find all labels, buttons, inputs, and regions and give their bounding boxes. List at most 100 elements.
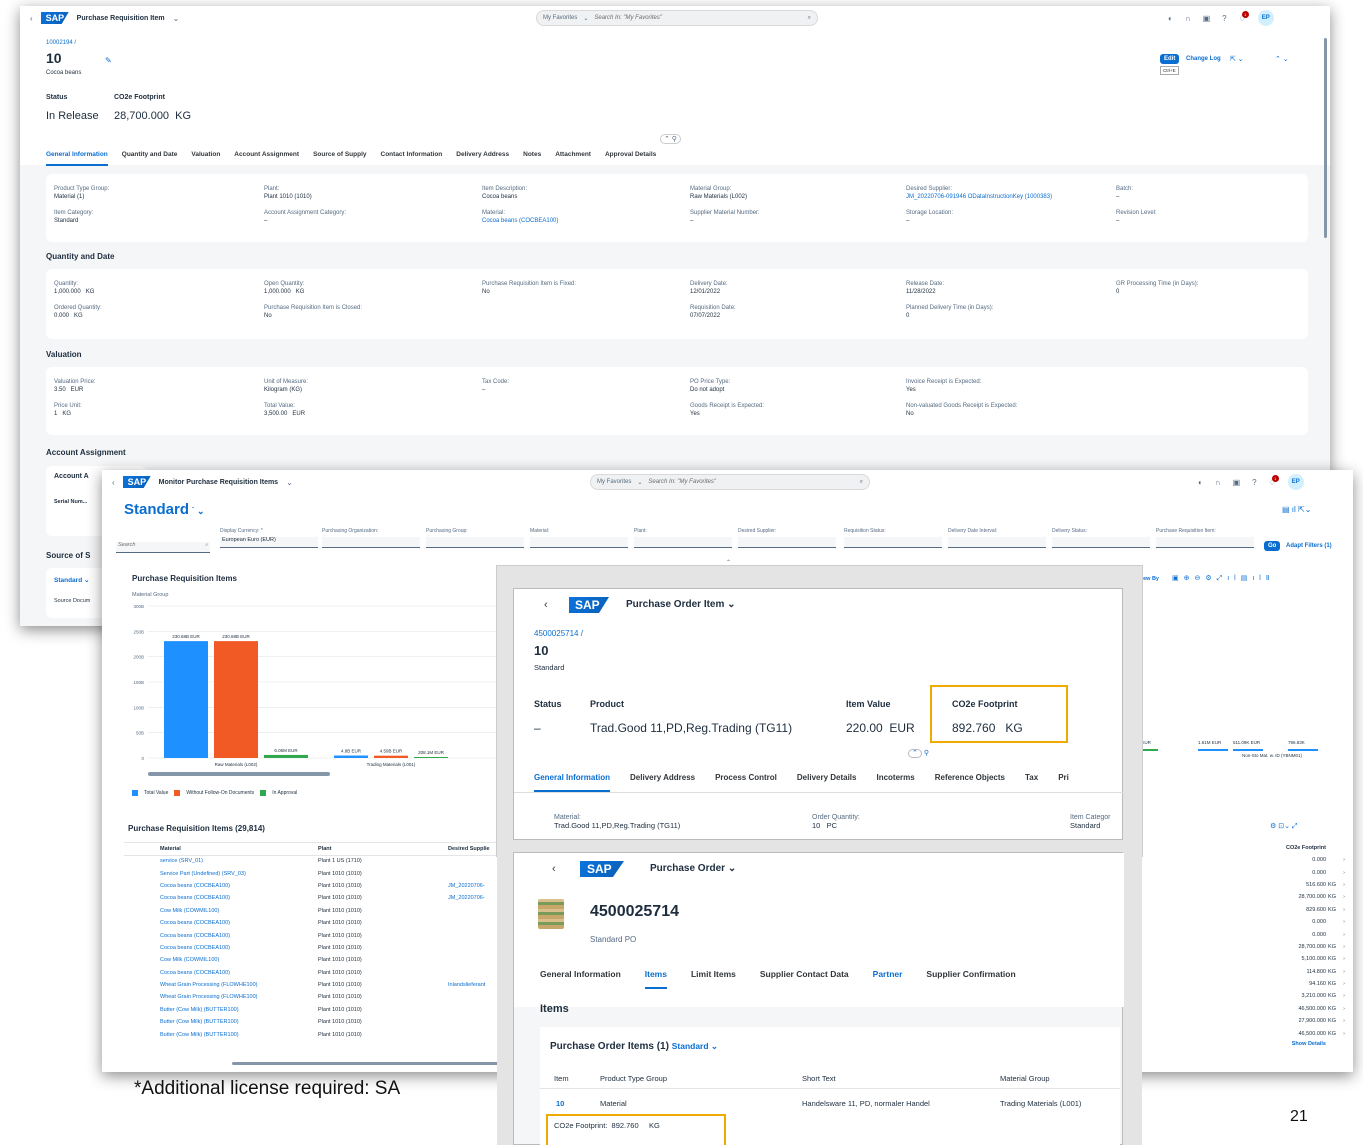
- tab-supplier-contact-data[interactable]: Supplier Contact Data: [760, 969, 849, 989]
- joule-icon[interactable]: ◐: [1168, 14, 1173, 23]
- table-row[interactable]: 5,100.000 KG ›: [1242, 953, 1350, 965]
- bell-icon[interactable]: ♢ 1: [1269, 474, 1279, 487]
- tab-supplier-confirmation[interactable]: Supplier Confirmation: [926, 969, 1015, 989]
- row-selector[interactable]: [124, 892, 158, 904]
- supplier-cell[interactable]: [446, 967, 504, 979]
- row-selector[interactable]: [124, 929, 158, 941]
- filter-display-currency[interactable]: Display Currency: * European Euro (EUR): [220, 528, 318, 548]
- bell-icon[interactable]: ♢ 1: [1239, 10, 1249, 23]
- row-selector[interactable]: [124, 967, 158, 979]
- app-title[interactable]: Monitor Purchase Requisition Items: [159, 479, 278, 486]
- tab-general-information[interactable]: General Information: [540, 969, 621, 989]
- tab-partner[interactable]: Partner: [873, 969, 903, 989]
- headset-icon[interactable]: ∩: [1215, 478, 1221, 487]
- tab-process-control[interactable]: Process Control: [715, 773, 777, 792]
- material-cell[interactable]: Cocoa beans (COCBEA100): [158, 892, 316, 904]
- back-icon[interactable]: ‹: [112, 478, 115, 487]
- horizontal-scrollbar[interactable]: [232, 1062, 512, 1065]
- breadcrumb[interactable]: 10002194 /: [46, 40, 76, 46]
- tab-incoterms[interactable]: Incoterms: [876, 773, 914, 792]
- edit-pencil-icon[interactable]: ✎: [105, 56, 112, 65]
- chart-toolbar-icons[interactable]: ▣⊕⊖⚙⤢ıl▤ılⅡ: [1172, 574, 1274, 583]
- table-row[interactable]: 94.160 KG ›: [1242, 978, 1350, 990]
- row-selector[interactable]: [124, 905, 158, 917]
- table-row[interactable]: Cow Milk (COWMIL100) Plant 1010 (1010): [124, 905, 504, 917]
- joule-icon[interactable]: ◐: [1198, 478, 1203, 487]
- supplier-cell[interactable]: [446, 905, 504, 917]
- chevron-right-icon[interactable]: ›: [1338, 854, 1350, 866]
- co2-column-header[interactable]: CO2e Footprint: [1242, 842, 1350, 854]
- chevron-down-icon[interactable]: ⌄: [286, 478, 293, 487]
- row-selector[interactable]: [124, 867, 158, 879]
- search-input[interactable]: Search ⌕: [116, 542, 210, 553]
- chevron-right-icon[interactable]: ›: [1338, 891, 1350, 903]
- column-header[interactable]: Plant: [316, 843, 446, 855]
- chevron-down-icon[interactable]: ⌄: [173, 14, 180, 23]
- scrollbar[interactable]: [1324, 38, 1327, 238]
- table-row[interactable]: 0.000 ›: [1242, 854, 1350, 866]
- table-row[interactable]: Cocoa beans (COCBEA100) Plant 1010 (1010): [124, 942, 504, 954]
- material-cell[interactable]: Cocoa beans (COCBEA100): [158, 942, 316, 954]
- material-cell[interactable]: Cow Milk (COWMIL100): [158, 954, 316, 966]
- column-header[interactable]: Desired Supplie: [446, 843, 504, 855]
- chat-icon[interactable]: ▣: [1233, 478, 1241, 487]
- sap-logo[interactable]: SAP: [122, 476, 151, 488]
- favorites-select[interactable]: My Favorites: [597, 479, 631, 485]
- share-icon[interactable]: ⇱ ⌄: [1230, 55, 1244, 63]
- chat-icon[interactable]: ▣: [1203, 14, 1211, 23]
- supplier-cell[interactable]: [446, 991, 504, 1003]
- tab-tax[interactable]: Tax: [1025, 773, 1038, 792]
- supplier-cell[interactable]: JM_20220706-: [446, 892, 504, 904]
- sap-logo[interactable]: SAP: [40, 12, 69, 24]
- filter-purchasing-organization[interactable]: Purchasing Organization:: [322, 528, 420, 548]
- search-icon[interactable]: ⌕: [808, 15, 811, 22]
- supplier-cell[interactable]: [446, 942, 504, 954]
- chevron-right-icon[interactable]: ›: [1338, 928, 1350, 940]
- back-icon[interactable]: ‹: [30, 14, 33, 23]
- material-cell[interactable]: Butter (Cow Milk) (BUTTER100): [158, 1016, 316, 1028]
- material-cell[interactable]: Cow Milk (COWMIL100): [158, 905, 316, 917]
- row-selector[interactable]: [124, 954, 158, 966]
- material-cell[interactable]: Butter (Cow Milk) (BUTTER100): [158, 1028, 316, 1040]
- tab-items[interactable]: Items: [644, 969, 667, 989]
- supplier-cell[interactable]: [446, 929, 504, 941]
- breadcrumb[interactable]: 4500025714 /: [534, 629, 583, 638]
- material-cell[interactable]: Cocoa beans (COCBEA100): [158, 967, 316, 979]
- table-row[interactable]: 28,700.000 KG ›: [1242, 941, 1350, 953]
- table-row[interactable]: 3,210.000 KG ›: [1242, 990, 1350, 1002]
- back-icon[interactable]: ‹: [544, 599, 548, 611]
- tab-delivery-details[interactable]: Delivery Details: [797, 773, 857, 792]
- chevron-down-icon[interactable]: ⌄: [637, 479, 642, 486]
- filter-delivery-date-interval[interactable]: Delivery Date Interval:: [948, 528, 1046, 548]
- supplier-cell[interactable]: [446, 954, 504, 966]
- table-settings-icons[interactable]: ⚙ ⊡⌄ ⤢: [1270, 822, 1298, 831]
- chevron-right-icon[interactable]: ›: [1338, 916, 1350, 928]
- table-row[interactable]: Cocoa beans (COCBEA100) Plant 1010 (1010)…: [124, 892, 504, 904]
- table-row[interactable]: 114.800 KG ›: [1242, 966, 1350, 978]
- row-selector[interactable]: [124, 979, 158, 991]
- filter-purchasing-group[interactable]: Purchasing Group:: [426, 528, 524, 548]
- row-selector[interactable]: [124, 880, 158, 892]
- headset-icon[interactable]: ∩: [1185, 14, 1191, 23]
- tab-delivery-address[interactable]: Delivery Address: [456, 151, 509, 166]
- tab-valuation[interactable]: Valuation: [191, 151, 220, 166]
- row-selector[interactable]: [124, 917, 158, 929]
- chevron-right-icon[interactable]: ›: [1338, 966, 1350, 978]
- chevron-right-icon[interactable]: ›: [1338, 953, 1350, 965]
- table-row[interactable]: Service Part (Undefined) (SRV_03) Plant 1…: [124, 867, 504, 879]
- table-row[interactable]: Butter (Cow Milk) (BUTTER100) Plant 1010 …: [124, 1004, 504, 1016]
- table-row[interactable]: Cocoa beans (COCBEA100) Plant 1010 (1010)…: [124, 880, 504, 892]
- app-title[interactable]: Purchase Order Item ⌄: [626, 599, 736, 610]
- collapse-filter-icon[interactable]: ⌃: [726, 559, 731, 566]
- row-selector[interactable]: [124, 991, 158, 1003]
- column-header[interactable]: Material: [158, 843, 316, 855]
- column-header[interactable]: [124, 843, 158, 855]
- table-row[interactable]: Cocoa beans (COCBEA100) Plant 1010 (1010): [124, 929, 504, 941]
- table-row[interactable]: service (SRV_01) Plant 1 US (1710): [124, 855, 504, 867]
- tab-quantity-and-date[interactable]: Quantity and Date: [122, 151, 178, 166]
- chevron-right-icon[interactable]: ›: [1338, 941, 1350, 953]
- tab-contact-information[interactable]: Contact Information: [381, 151, 443, 166]
- help-icon[interactable]: ?: [1252, 478, 1256, 487]
- filter-material[interactable]: Material:: [530, 528, 628, 548]
- tab-attachment[interactable]: Attachment: [555, 151, 591, 166]
